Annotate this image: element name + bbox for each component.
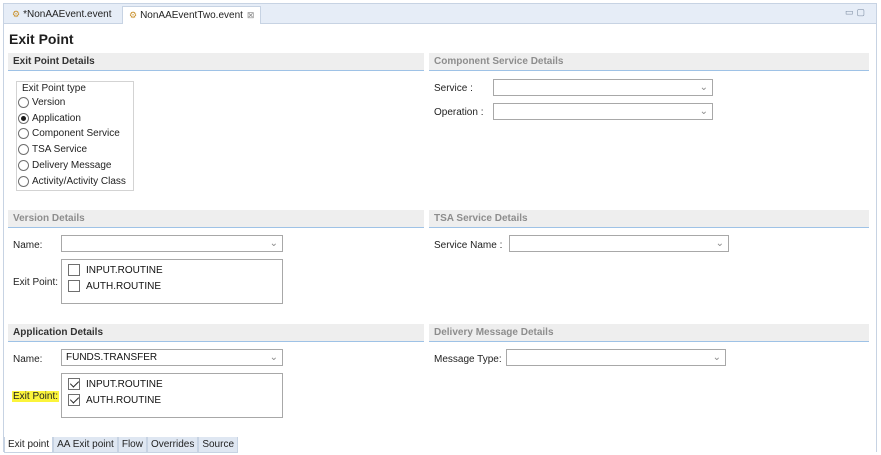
radio-application[interactable]: Application	[18, 111, 81, 125]
version-details-header: Version Details	[8, 210, 424, 228]
checkbox-checked[interactable]	[68, 394, 80, 406]
radio-button-selected[interactable]	[18, 112, 29, 124]
checkbox-label: AUTH.ROUTINE	[86, 394, 161, 406]
tab-aa-exit-point[interactable]: AA Exit point	[53, 437, 118, 453]
version-name-select[interactable]: ⌄	[61, 235, 283, 252]
radio-label: Component Service	[32, 127, 120, 139]
chevron-down-icon: ⌄	[712, 352, 721, 363]
page-title: Exit Point	[9, 31, 74, 47]
radio-label: Activity/Activity Class	[32, 175, 126, 187]
application-auth-routine[interactable]: AUTH.ROUTINE	[68, 393, 161, 407]
radio-label: Delivery Message	[32, 159, 112, 171]
application-name-label: Name:	[13, 354, 43, 365]
message-type-select[interactable]: ⌄	[506, 349, 726, 366]
checkbox-label: INPUT.ROUTINE	[86, 264, 163, 276]
component-service-details-header: Component Service Details	[429, 53, 869, 71]
radio-activity-class[interactable]: Activity/Activity Class	[18, 174, 126, 188]
event-file-icon: ⚙	[12, 9, 21, 19]
editor-frame: ⚙ *NonAAEvent.event ⚙ NonAAEventTwo.event ⊠…	[3, 3, 877, 453]
checkbox-label: INPUT.ROUTINE	[86, 378, 163, 390]
radio-label: Application	[32, 112, 81, 124]
radio-version[interactable]: Version	[18, 95, 65, 109]
operation-label: Operation :	[434, 107, 484, 118]
application-details-header: Application Details	[8, 324, 424, 342]
exit-point-details-header: Exit Point Details	[8, 53, 424, 71]
close-icon[interactable]: ⊠	[247, 7, 255, 24]
tab-label: NonAAEventTwo.event	[140, 10, 243, 21]
operation-select[interactable]: ⌄	[493, 103, 713, 120]
tab-source[interactable]: Source	[198, 437, 239, 453]
checkbox-checked[interactable]	[68, 378, 80, 390]
radio-button[interactable]	[18, 175, 29, 187]
chevron-down-icon: ⌄	[269, 352, 278, 363]
radio-button[interactable]	[18, 159, 29, 171]
tab-nonaaeventtwo[interactable]: ⚙ NonAAEventTwo.event ⊠	[122, 6, 262, 24]
radio-component-service[interactable]: Component Service	[18, 126, 120, 140]
minimize-icon[interactable]: ▭	[845, 7, 857, 17]
chevron-down-icon: ⌄	[269, 238, 278, 249]
chevron-down-icon: ⌄	[715, 238, 724, 249]
tab-label: *NonAAEvent.event	[23, 9, 112, 20]
editor-page-tabs: Exit point AA Exit point Flow Overrides …	[4, 437, 876, 453]
radio-label: Version	[32, 96, 66, 108]
select-value: FUNDS.TRANSFER	[66, 352, 158, 363]
chevron-down-icon: ⌄	[699, 106, 708, 117]
window-controls: ▭▢	[845, 7, 868, 18]
editor-tab-bar: ⚙ *NonAAEvent.event ⚙ NonAAEventTwo.event ⊠…	[4, 4, 876, 24]
event-file-icon: ⚙	[129, 10, 138, 20]
service-name-label: Service Name :	[434, 240, 503, 251]
checkbox[interactable]	[68, 280, 80, 292]
tab-exit-point[interactable]: Exit point	[4, 437, 54, 453]
application-exit-point-label: Exit Point:	[12, 391, 60, 402]
version-exit-point-label: Exit Point:	[13, 277, 59, 288]
radio-button[interactable]	[18, 96, 29, 108]
tab-overrides[interactable]: Overrides	[146, 437, 199, 453]
chevron-down-icon: ⌄	[699, 82, 708, 93]
delivery-message-details-header: Delivery Message Details	[429, 324, 869, 342]
radio-button[interactable]	[18, 127, 29, 139]
tab-nonaaevent[interactable]: ⚙ *NonAAEvent.event	[6, 6, 117, 24]
version-auth-routine[interactable]: AUTH.ROUTINE	[68, 279, 161, 293]
checkbox-label: AUTH.ROUTINE	[86, 280, 161, 292]
checkbox[interactable]	[68, 264, 80, 276]
radio-tsa-service[interactable]: TSA Service	[18, 142, 87, 156]
exit-point-type-label: Exit Point type	[20, 83, 88, 94]
application-name-select[interactable]: FUNDS.TRANSFER ⌄	[61, 349, 283, 366]
application-input-routine[interactable]: INPUT.ROUTINE	[68, 377, 163, 391]
version-name-label: Name:	[13, 240, 43, 251]
message-type-label: Message Type:	[434, 354, 502, 365]
radio-delivery-message[interactable]: Delivery Message	[18, 158, 111, 172]
service-label: Service :	[434, 83, 473, 94]
version-input-routine[interactable]: INPUT.ROUTINE	[68, 263, 163, 277]
service-name-select[interactable]: ⌄	[509, 235, 729, 252]
tab-flow[interactable]: Flow	[117, 437, 147, 453]
service-select[interactable]: ⌄	[493, 79, 713, 96]
radio-button[interactable]	[18, 143, 29, 155]
radio-label: TSA Service	[32, 143, 88, 155]
tsa-service-details-header: TSA Service Details	[429, 210, 869, 228]
maximize-icon[interactable]: ▢	[856, 7, 868, 17]
